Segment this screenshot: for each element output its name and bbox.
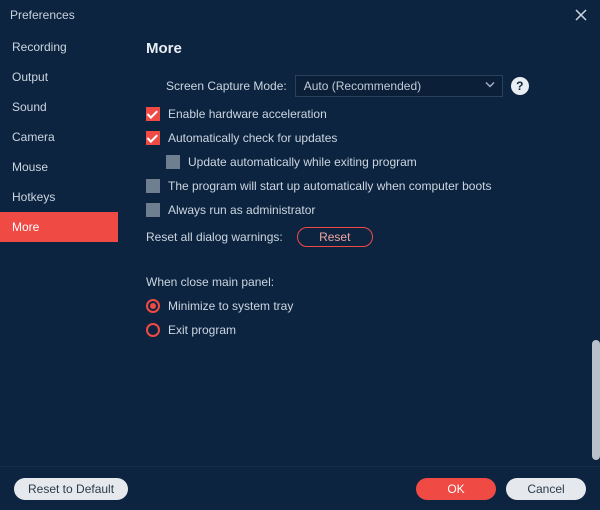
sidebar-item-camera[interactable]: Camera (0, 122, 118, 152)
capture-mode-select[interactable]: Auto (Recommended) (295, 75, 503, 97)
footer-bar: Reset to Default OK Cancel (0, 466, 600, 510)
close-icon[interactable] (570, 4, 592, 26)
reset-warnings-label: Reset all dialog warnings: (146, 230, 283, 244)
radio-exit-program[interactable] (146, 323, 160, 337)
checkbox-hw-accel[interactable] (146, 107, 160, 121)
sidebar-item-hotkeys[interactable]: Hotkeys (0, 182, 118, 212)
row-run-admin: Always run as administrator (146, 203, 578, 217)
checkbox-startup[interactable] (146, 179, 160, 193)
sidebar-item-recording[interactable]: Recording (0, 32, 118, 62)
close-panel-label: When close main panel: (146, 275, 274, 289)
sidebar-item-more[interactable]: More (0, 212, 118, 242)
row-minimize-tray: Minimize to system tray (146, 299, 578, 313)
sidebar-item-label: Sound (12, 100, 47, 114)
sidebar-item-label: Mouse (12, 160, 48, 174)
radio-minimize-tray[interactable] (146, 299, 160, 313)
row-exit-program: Exit program (146, 323, 578, 337)
checkbox-label: Enable hardware acceleration (168, 107, 327, 121)
sidebar-item-label: More (12, 220, 39, 234)
row-hw-accel: Enable hardware acceleration (146, 107, 578, 121)
checkbox-label: The program will start up automatically … (168, 179, 491, 193)
row-auto-updates: Automatically check for updates (146, 131, 578, 145)
checkbox-label: Always run as administrator (168, 203, 315, 217)
window-title: Preferences (10, 8, 75, 22)
capture-mode-label: Screen Capture Mode: (146, 79, 287, 93)
row-reset-warnings: Reset all dialog warnings: Reset (146, 227, 578, 247)
sidebar-item-mouse[interactable]: Mouse (0, 152, 118, 182)
row-update-on-exit: Update automatically while exiting progr… (146, 155, 578, 169)
chevron-down-icon (484, 79, 496, 94)
title-bar: Preferences (0, 0, 600, 30)
panel-heading: More (146, 40, 578, 57)
checkbox-label: Automatically check for updates (168, 131, 337, 145)
section-gap (146, 257, 578, 275)
row-startup: The program will start up automatically … (146, 179, 578, 193)
settings-panel-more: More Screen Capture Mode: Auto (Recommen… (118, 30, 600, 466)
help-icon[interactable]: ? (511, 77, 529, 95)
checkbox-label: Update automatically while exiting progr… (188, 155, 417, 169)
sidebar-item-label: Camera (12, 130, 55, 144)
window-body: Recording Output Sound Camera Mouse Hotk… (0, 30, 600, 466)
sidebar-item-sound[interactable]: Sound (0, 92, 118, 122)
ok-button[interactable]: OK (416, 478, 496, 500)
sidebar-item-label: Hotkeys (12, 190, 55, 204)
sidebar-item-output[interactable]: Output (0, 62, 118, 92)
close-panel-heading: When close main panel: (146, 275, 578, 289)
reset-to-default-button[interactable]: Reset to Default (14, 478, 128, 500)
sidebar-item-label: Recording (12, 40, 67, 54)
checkbox-auto-updates[interactable] (146, 131, 160, 145)
radio-label: Minimize to system tray (168, 299, 293, 313)
scrollbar-thumb[interactable] (592, 340, 600, 460)
checkbox-update-on-exit[interactable] (166, 155, 180, 169)
sidebar: Recording Output Sound Camera Mouse Hotk… (0, 30, 118, 466)
reset-warnings-button[interactable]: Reset (297, 227, 373, 247)
capture-mode-row: Screen Capture Mode: Auto (Recommended) … (146, 75, 578, 97)
select-value: Auto (Recommended) (304, 79, 421, 93)
sidebar-item-label: Output (12, 70, 48, 84)
checkbox-run-admin[interactable] (146, 203, 160, 217)
radio-label: Exit program (168, 323, 236, 337)
cancel-button[interactable]: Cancel (506, 478, 586, 500)
